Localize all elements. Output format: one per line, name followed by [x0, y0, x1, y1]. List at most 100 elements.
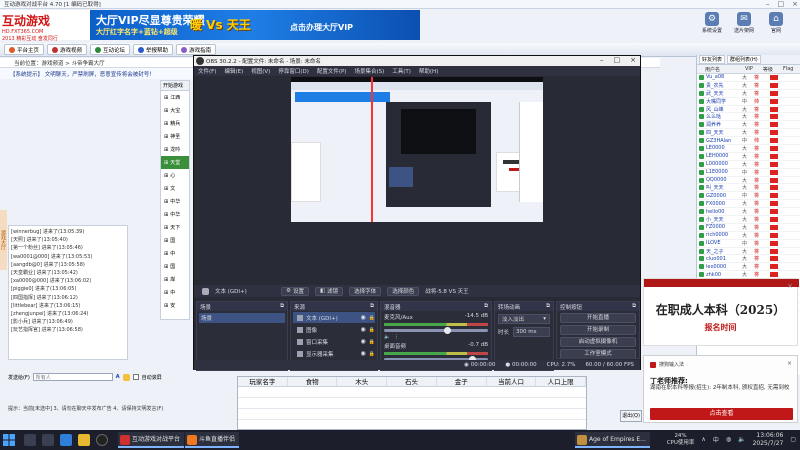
table-column-header[interactable]: 石头: [387, 377, 437, 386]
table-row[interactable]: [238, 398, 586, 409]
cpu-widget[interactable]: 24% CPU使用率: [667, 433, 695, 447]
user-row[interactable]: 贵_农先 大将: [697, 82, 800, 90]
table-column-header[interactable]: 金子: [437, 377, 487, 386]
user-row[interactable]: LE0000 大将: [697, 145, 800, 153]
user-row[interactable]: FX0000 大将: [697, 200, 800, 209]
lock-icon[interactable]: 🔒: [369, 351, 375, 357]
table-row[interactable]: [238, 409, 586, 420]
expand-icon[interactable]: ⊞: [164, 173, 168, 179]
lobby-tree-item[interactable]: ⊞ 中: [161, 247, 189, 260]
user-row[interactable]: ILOVE 中将: [697, 240, 800, 248]
obs-taskbar-icon[interactable]: [96, 434, 108, 446]
lobby-tree-item[interactable]: ⊞ 安: [161, 299, 189, 312]
user-row[interactable]: FZ0000 大将: [697, 224, 800, 232]
user-row[interactable]: GZ0000 中将: [697, 192, 800, 201]
expand-icon[interactable]: ⊞: [164, 160, 168, 166]
nav-tab-video[interactable]: 游戏视频: [47, 44, 88, 55]
user-row[interactable]: L000000 大将: [697, 161, 800, 169]
expand-icon[interactable]: ⊞: [164, 251, 168, 257]
lock-icon[interactable]: 🔒: [369, 339, 375, 345]
user-row[interactable]: rich0000 大将: [697, 232, 800, 240]
clock[interactable]: 13:06:06 2025/7/27: [753, 432, 784, 447]
expand-icon[interactable]: ⊞: [164, 108, 168, 114]
obs-menu-item[interactable]: 工具(T): [392, 67, 411, 75]
user-row[interactable]: Vu_a08 大将: [697, 74, 800, 82]
user-row[interactable]: 叫_天天 大将: [697, 184, 800, 193]
dock-menu-icon[interactable]: ⧉: [546, 303, 550, 310]
control-button[interactable]: 启动虚拟摄像机: [560, 337, 636, 347]
lobby-tree-item[interactable]: ⊞ 龙吟: [161, 143, 189, 156]
obs-menu-item[interactable]: 停靠窗口(D): [278, 67, 309, 75]
user-row[interactable]: 风_山峰 大将: [697, 106, 800, 114]
expand-icon[interactable]: ⊞: [164, 238, 168, 244]
table-column-header[interactable]: 当前人口: [487, 377, 537, 386]
expand-icon[interactable]: ⊞: [164, 147, 168, 153]
tab-groups[interactable]: 群组列表(H): [727, 55, 761, 64]
obs-menu-item[interactable]: 文件(F): [198, 67, 216, 75]
table-column-header[interactable]: 玩家名字: [238, 377, 288, 386]
duration-input[interactable]: 300 ms: [513, 327, 550, 337]
lobby-tree-item[interactable]: ⊞ 江西: [161, 91, 189, 104]
exit-button[interactable]: 退出(Q): [620, 410, 642, 422]
table-column-header[interactable]: 木头: [337, 377, 388, 386]
control-button[interactable]: 开始录制: [560, 325, 636, 335]
user-row[interactable]: GZ3HAlan 中帅: [697, 137, 800, 146]
expand-icon[interactable]: ⊞: [164, 264, 168, 270]
header-banner[interactable]: 互动游戏 HD.FXT365.COM 2013 精彩互动 奋发同行 大厅VIP尽…: [0, 10, 420, 42]
maximize-icon[interactable]: □: [778, 0, 785, 8]
user-row[interactable]: 天_之子 大将: [697, 248, 800, 256]
user-row[interactable]: L1E0000 中将: [697, 169, 800, 177]
expand-icon[interactable]: ⊞: [164, 290, 168, 296]
emoji-icon[interactable]: [122, 373, 130, 381]
auto-scroll-checkbox[interactable]: [132, 374, 139, 380]
obs-menu-item[interactable]: 视图(V): [251, 67, 270, 75]
table-column-header[interactable]: 人口上限: [536, 377, 587, 386]
eye-icon[interactable]: ◉: [361, 350, 366, 357]
lobby-tree-item[interactable]: ⊞ 心: [161, 169, 189, 182]
lobby-tree-item[interactable]: ⊞ 精兵: [161, 117, 189, 130]
user-row[interactable]: QQ0000 大将: [697, 177, 800, 185]
minimize-icon[interactable]: –: [766, 0, 770, 8]
col-vip[interactable]: VIP: [745, 66, 753, 72]
speaker-icon[interactable]: 🔈: [384, 334, 390, 340]
lobby-tree-item[interactable]: ⊞ 天下: [161, 221, 189, 234]
nav-tab-guide[interactable]: 游戏指南: [176, 44, 217, 55]
taskbar-app-game-platform[interactable]: 互动游戏对战平台: [118, 432, 185, 448]
tab-friends[interactable]: 好友列表: [699, 55, 726, 64]
user-row[interactable]: LEH0000 大将: [697, 153, 800, 161]
expand-icon[interactable]: ⊞: [164, 121, 168, 127]
nav-tab-home[interactable]: 平台主页: [4, 44, 45, 55]
lobby-tree-item[interactable]: ⊞ 神圣: [161, 130, 189, 143]
lobby-tree-item[interactable]: ⊞ 国: [161, 260, 189, 273]
source-item[interactable]: 文本 (GDI+) ◉ 🔒: [293, 312, 375, 323]
eye-icon[interactable]: ◉: [361, 314, 366, 321]
toast-view-button[interactable]: 点击查看: [650, 408, 793, 420]
user-row[interactable]: hello00 大将: [697, 208, 800, 217]
table-row[interactable]: [238, 387, 586, 398]
user-list[interactable]: Vu_a08 大将贵_农先大将武_天天大将大嘴同学中帅风_山峰大将么么哒大将润养养…: [697, 74, 800, 311]
windows-start-icon[interactable]: [3, 434, 15, 446]
user-row[interactable]: 小_天天 大将: [697, 216, 800, 224]
side-rail-tab[interactable]: 游戏大厅: [0, 210, 7, 270]
select-font-button[interactable]: 选择字体: [349, 286, 382, 296]
col-flag[interactable]: Flag: [783, 66, 794, 72]
close-icon[interactable]: ×: [787, 360, 792, 367]
user-row[interactable]: 么么哒 大将: [697, 113, 800, 122]
chevron-up-icon[interactable]: ∧: [701, 436, 705, 443]
lobby-tree-item[interactable]: ⊞ 大宝: [161, 104, 189, 117]
eye-icon[interactable]: ◉: [361, 338, 366, 345]
font-color-icon[interactable]: A: [116, 374, 120, 380]
obs-menu-item[interactable]: 编辑(E): [224, 67, 243, 75]
eye-icon[interactable]: ◉: [361, 326, 366, 333]
col-level[interactable]: 等级: [763, 66, 773, 73]
network-icon[interactable]: ◍: [726, 436, 731, 443]
lobby-tree-item[interactable]: ⊞ 文: [161, 182, 189, 195]
slider-handle[interactable]: [444, 327, 452, 334]
lobby-tree-item[interactable]: ⊞ 中华: [161, 195, 189, 208]
dock-menu-icon[interactable]: ⧉: [484, 303, 488, 310]
user-row[interactable]: cluo001 大将: [697, 255, 800, 264]
scene-item[interactable]: 场景: [199, 313, 285, 323]
browser-icon[interactable]: [60, 434, 72, 446]
table-column-header[interactable]: 食物: [288, 377, 338, 386]
user-row[interactable]: leo0000 大将: [697, 263, 800, 272]
